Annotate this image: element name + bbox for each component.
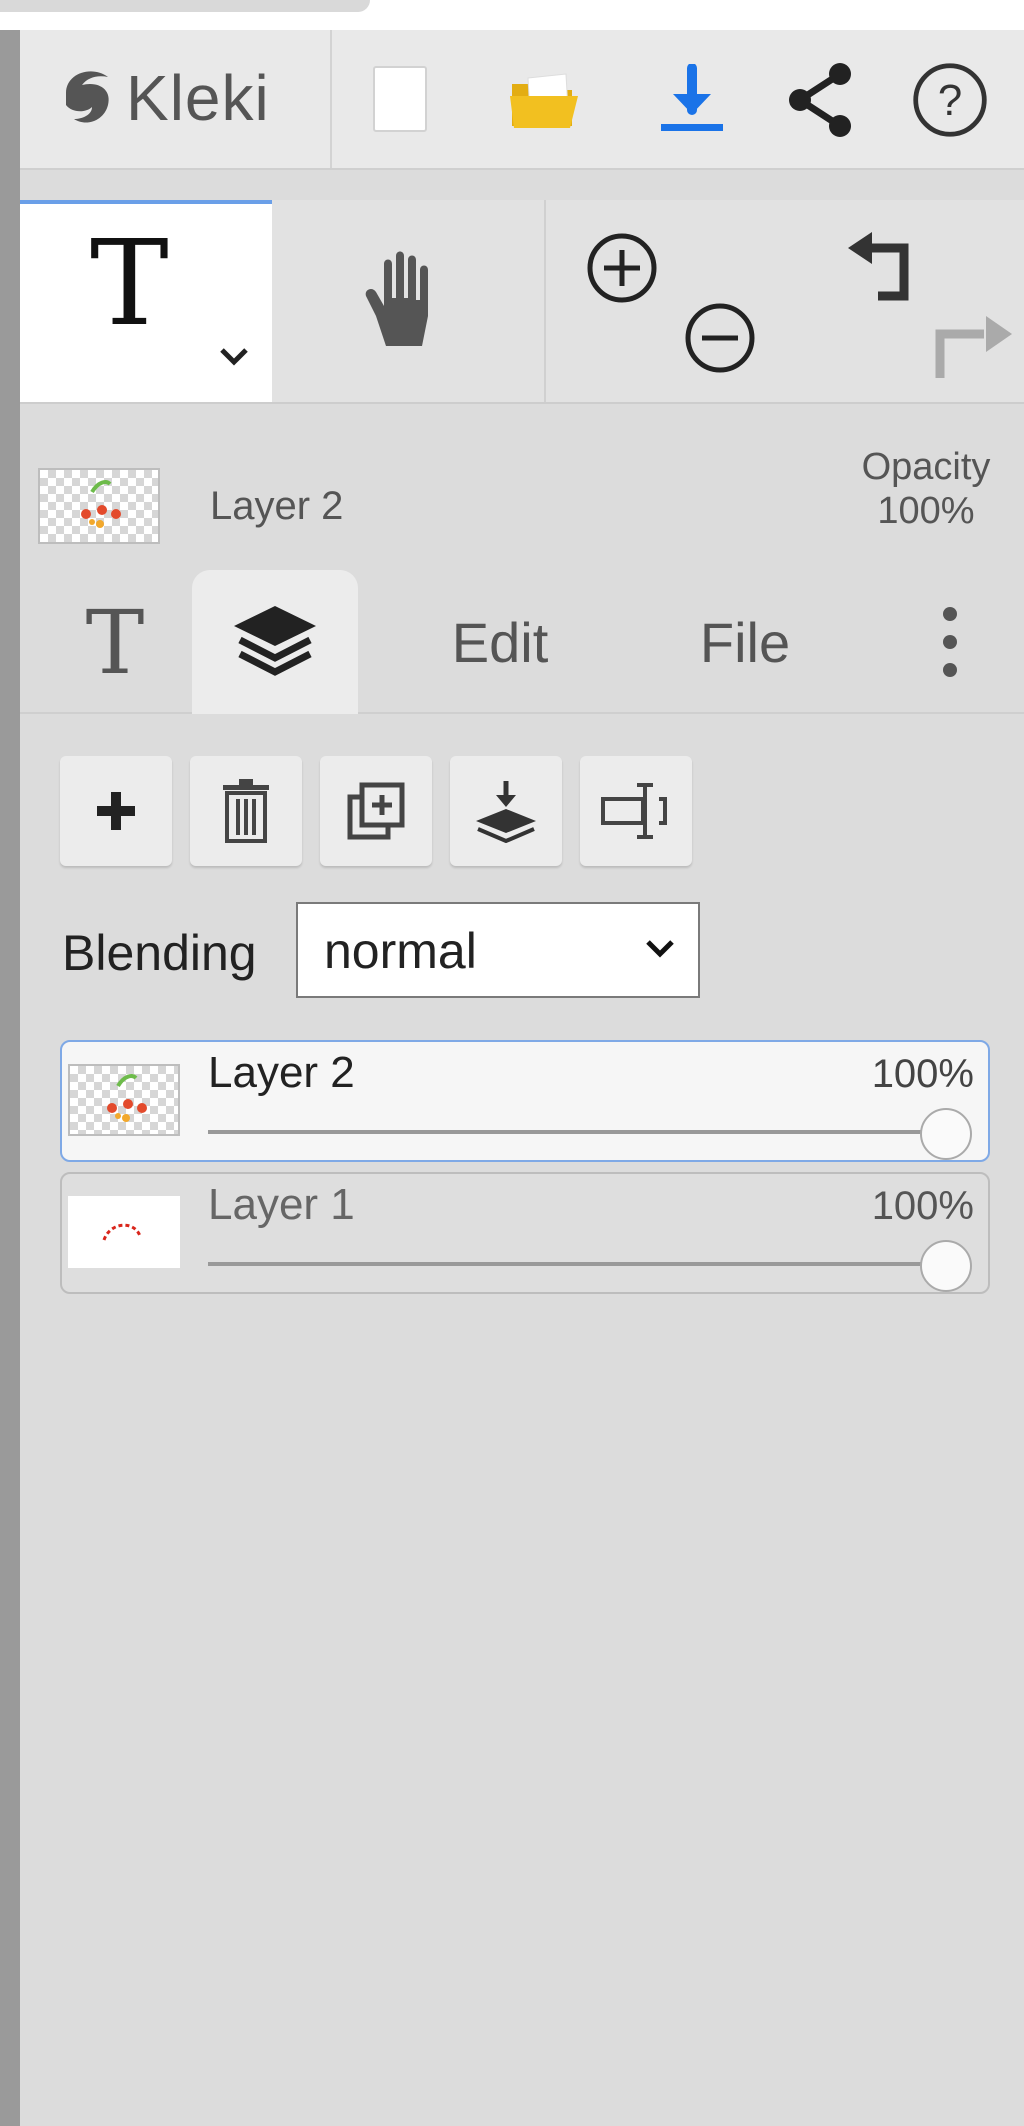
- download-button[interactable]: [652, 60, 732, 140]
- text-tool-glyph: T: [90, 214, 169, 352]
- redo-icon[interactable]: [926, 304, 1016, 384]
- layer-opacity-slider[interactable]: [920, 1108, 972, 1160]
- add-layer-icon: [97, 792, 135, 830]
- more-vertical-icon: [943, 607, 957, 677]
- delete-layer-icon: [223, 779, 269, 843]
- opacity-value: 100%: [877, 490, 975, 532]
- help-icon: ?: [913, 63, 987, 137]
- layer-row[interactable]: Layer 1 100%: [60, 1172, 990, 1294]
- layer-preview-icon: [81, 480, 121, 528]
- kleki-logo[interactable]: Kleki: [52, 50, 332, 146]
- duplicate-layer-button[interactable]: [320, 756, 432, 866]
- blending-label: Blending: [62, 925, 257, 981]
- duplicate-layer-icon: [347, 782, 405, 840]
- share-icon: [789, 63, 851, 137]
- current-layer-info: Layer 2 Opacity 100%: [20, 432, 1024, 544]
- undo-icon[interactable]: [844, 230, 934, 310]
- layer-row[interactable]: Layer 2 100%: [60, 1040, 990, 1162]
- blending-value: normal: [324, 923, 477, 979]
- layer-opacity-slider[interactable]: [920, 1240, 972, 1292]
- new-image-button[interactable]: [360, 60, 440, 140]
- header-divider: [330, 30, 332, 168]
- tab-file[interactable]: File: [645, 572, 845, 712]
- current-layer-name: Layer 2: [210, 484, 344, 528]
- tab-edit[interactable]: Edit: [400, 572, 600, 712]
- layer-preview-icon: [102, 1223, 142, 1241]
- tool-bar: T: [20, 200, 1024, 404]
- more-menu-button[interactable]: [910, 572, 990, 712]
- layer-thumbnail: [68, 1196, 180, 1268]
- new-image-icon: [373, 66, 427, 132]
- tab-layers[interactable]: [192, 570, 358, 714]
- rename-layer-icon: [601, 783, 667, 839]
- blending-select[interactable]: normal: [296, 902, 700, 998]
- add-layer-button[interactable]: [60, 756, 172, 866]
- hand-icon: [365, 251, 428, 346]
- merge-down-icon: [476, 781, 536, 843]
- layers-panel: Blending normal Layer 2 100% Layer 1 100…: [20, 714, 1024, 2126]
- panel-tabs: T Edit File: [20, 550, 1024, 714]
- open-file-button[interactable]: [504, 60, 584, 140]
- layer-name: Layer 2: [208, 1048, 355, 1097]
- browser-top-strip: [0, 0, 1024, 30]
- app-name: Kleki: [126, 62, 270, 134]
- zoom-out-icon[interactable]: [682, 300, 758, 376]
- side-panel: Kleki ? T Layer 2 Opacity 100% T Edit Fi…: [20, 30, 1024, 2126]
- merge-down-button[interactable]: [450, 756, 562, 866]
- zoom-controls: [546, 200, 786, 402]
- zoom-in-icon[interactable]: [584, 230, 660, 306]
- canvas-edge-divider: [0, 30, 20, 2126]
- open-folder-icon: [510, 73, 578, 128]
- layer-opacity-track[interactable]: [208, 1262, 940, 1266]
- chevron-down-icon: [646, 940, 674, 958]
- layer-name: Layer 1: [208, 1180, 355, 1229]
- tab-text[interactable]: T: [40, 572, 190, 712]
- layers-icon: [234, 606, 316, 676]
- share-button[interactable]: [780, 60, 860, 140]
- layer-opacity-track[interactable]: [208, 1130, 940, 1134]
- hand-tool-button[interactable]: [272, 200, 546, 402]
- kleki-logo-icon: [66, 71, 109, 123]
- chevron-down-icon[interactable]: [216, 344, 252, 368]
- delete-layer-button[interactable]: [190, 756, 302, 866]
- history-controls: [786, 200, 1024, 402]
- current-layer-thumbnail: [38, 468, 160, 544]
- text-tool-button[interactable]: T: [20, 200, 272, 402]
- browser-tab-edge: [0, 0, 370, 12]
- layer-opacity: 100%: [871, 1052, 974, 1096]
- app-header: Kleki ?: [20, 30, 1024, 170]
- opacity-label: Opacity: [861, 446, 991, 488]
- layer-thumbnail: [68, 1064, 180, 1136]
- help-button[interactable]: ?: [910, 60, 990, 140]
- svg-text:?: ?: [938, 76, 962, 125]
- download-icon: [661, 64, 723, 131]
- layer-opacity: 100%: [871, 1184, 974, 1228]
- rename-layer-button[interactable]: [580, 756, 692, 866]
- layer-preview-icon: [107, 1074, 147, 1122]
